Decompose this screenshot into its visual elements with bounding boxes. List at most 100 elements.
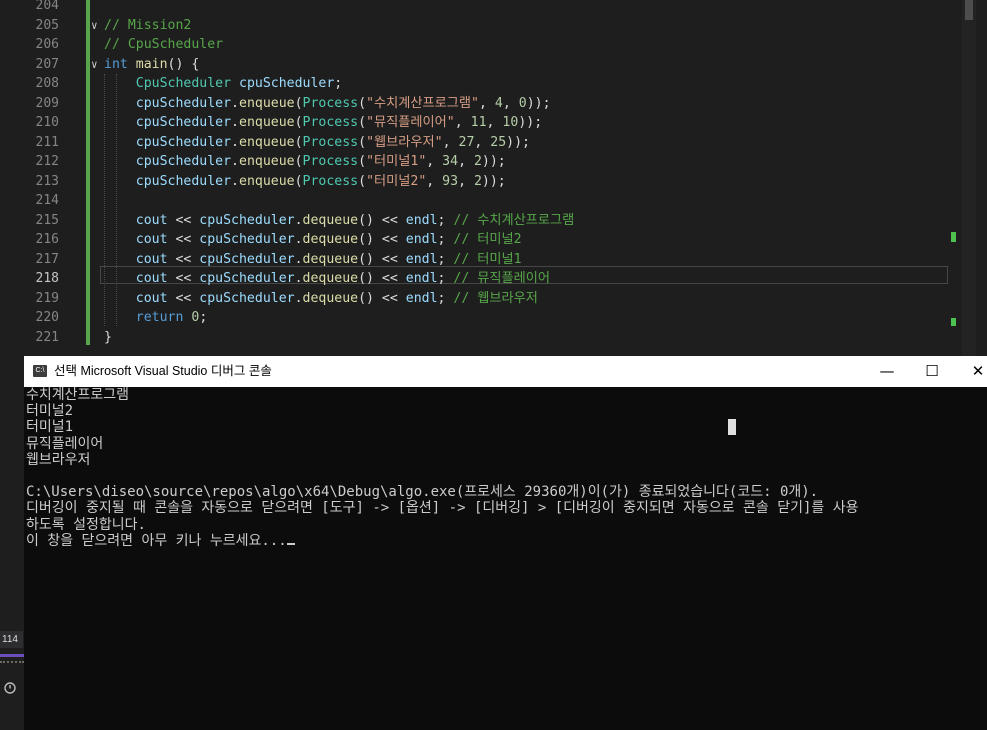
code-token: dequeue [302, 290, 359, 306]
code-token: dequeue [302, 212, 359, 228]
code-token: cpuScheduler [135, 95, 232, 111]
code-token: () << [358, 271, 406, 286]
code-line[interactable]: 219 cout << cpuScheduler.dequeue() << en… [0, 289, 960, 309]
close-button[interactable]: ✕ [955, 356, 987, 387]
code-token: // 뮤직플레이어 [453, 271, 551, 286]
text-cursor-block [728, 419, 736, 435]
code-token: Process [302, 173, 359, 189]
code-token: . [231, 173, 239, 189]
code-token: . [231, 134, 239, 150]
code-text: cout << cpuScheduler.dequeue() << endl; … [104, 230, 522, 250]
console-line-text: 터미널1 [26, 419, 74, 436]
code-line[interactable]: 212 cpuScheduler.enqueue(Process("터미널1",… [0, 152, 960, 172]
code-text: cout << cpuScheduler.dequeue() << endl; … [104, 289, 538, 309]
code-token: enqueue [239, 134, 295, 150]
line-number: 206 [35, 37, 59, 52]
code-token: cpuScheduler [199, 251, 295, 267]
code-line[interactable]: 214 [0, 191, 960, 211]
code-text: int main() { [104, 55, 199, 75]
console-line-text: 이 창을 닫으려면 아무 키나 누르세요... [26, 532, 287, 549]
code-token: cout [135, 271, 168, 286]
side-divider [0, 661, 24, 669]
line-number: 213 [35, 173, 59, 189]
code-token: )); [526, 95, 551, 111]
code-token: . [294, 290, 303, 306]
code-editor[interactable]: 204 205 ∨// Mission2 206// CpuScheduler 207 ∨… [0, 0, 987, 356]
vertical-scrollbar[interactable] [962, 0, 976, 356]
minimize-button[interactable]: — [864, 356, 910, 387]
code-token: dequeue [302, 271, 359, 286]
console-line: 하도록 설정합니다. [26, 517, 146, 533]
code-text: cpuScheduler.enqueue(Process("터미널2", 93,… [104, 172, 506, 192]
code-text: cpuScheduler.enqueue(Process("터미널1", 34,… [104, 152, 506, 172]
code-token: , [502, 95, 519, 111]
code-token: ; [437, 212, 454, 228]
code-token: cpuScheduler [199, 212, 295, 228]
code-token: , [486, 115, 503, 130]
code-token: 93 [442, 173, 459, 189]
code-line[interactable]: 220 return 0; [0, 308, 960, 328]
console-app-icon: C:\ [33, 365, 47, 377]
code-line[interactable]: 211 cpuScheduler.enqueue(Process("웹브라우저"… [0, 133, 960, 153]
debug-console-window[interactable]: C:\ 선택 Microsoft Visual Studio 디버그 콘솔 — … [24, 356, 987, 730]
code-line[interactable]: 217 cout << cpuScheduler.dequeue() << en… [0, 250, 960, 270]
code-token: cpuScheduler [199, 271, 295, 286]
code-token: dequeue [302, 251, 359, 267]
code-token: . [231, 115, 239, 130]
code-line[interactable]: 204 [0, 0, 960, 16]
code-token: dequeue [302, 232, 359, 247]
code-line[interactable]: 215 cout << cpuScheduler.dequeue() << en… [0, 211, 960, 231]
code-line[interactable]: 221} [0, 328, 960, 348]
code-token: main [135, 56, 168, 72]
line-number: 214 [35, 193, 59, 208]
history-icon[interactable] [3, 681, 19, 697]
code-token: int [104, 56, 128, 72]
code-token: ; [199, 310, 208, 325]
code-token: // 터미널2 [453, 232, 522, 247]
code-line[interactable]: 205 ∨ // Mission2 [0, 16, 960, 36]
code-text: cpuScheduler.enqueue(Process("웹브라우저", 27… [104, 133, 530, 153]
code-line[interactable]: 208 CpuScheduler cpuScheduler; [0, 74, 960, 94]
line-number: 219 [35, 290, 59, 306]
code-token: cpuScheduler [199, 290, 295, 306]
code-line[interactable]: 209 cpuScheduler.enqueue(Process("수치계산프로… [0, 94, 960, 114]
console-line-text: C:\Users\diseo\source\repos\algo\x64\Deb… [26, 484, 819, 501]
code-line[interactable]: 218 cout << cpuScheduler.dequeue() << en… [0, 269, 960, 289]
code-token: 25 [490, 134, 507, 150]
code-token: // CpuScheduler [104, 37, 224, 52]
maximize-icon: ☐ [925, 362, 939, 380]
code-token: endl [405, 271, 438, 286]
code-line[interactable]: 216 cout << cpuScheduler.dequeue() << en… [0, 230, 960, 250]
code-token: << [167, 232, 200, 247]
maximize-button[interactable]: ☐ [909, 356, 955, 387]
console-title: 선택 Microsoft Visual Studio 디버그 콘솔 [54, 364, 272, 378]
code-token: ; [437, 251, 454, 267]
code-token: cpuScheduler [239, 76, 335, 91]
code-token: endl [405, 212, 438, 228]
line-number: 205 [35, 17, 59, 33]
code-token: ; [437, 232, 454, 247]
code-token: endl [405, 290, 438, 306]
console-titlebar[interactable]: C:\ 선택 Microsoft Visual Studio 디버그 콘솔 — … [24, 356, 987, 387]
code-text: // CpuScheduler [104, 35, 223, 55]
code-token: , [474, 134, 491, 150]
code-token: ; [437, 290, 454, 306]
code-token: "뮤직플레이어" [366, 115, 455, 130]
code-line[interactable]: 207 ∨ int main() { [0, 55, 960, 75]
code-line[interactable]: 213 cpuScheduler.enqueue(Process("터미널2",… [0, 172, 960, 192]
code-line[interactable]: 210 cpuScheduler.enqueue(Process("뮤직플레이어… [0, 113, 960, 133]
console-line: 웹브라우저 [26, 452, 90, 468]
code-token: ( [294, 134, 303, 150]
scrollbar-thumb[interactable] [965, 0, 973, 20]
code-token: // 웹브라우저 [453, 290, 538, 306]
code-token: ( [358, 154, 367, 169]
fold-chevron-icon[interactable]: ∨ [91, 16, 98, 36]
fold-chevron-icon[interactable]: ∨ [91, 55, 98, 75]
line-number: 216 [35, 232, 59, 247]
code-token: , [426, 154, 443, 169]
code-token: , [454, 115, 471, 130]
code-line[interactable]: 206 // CpuScheduler [0, 35, 960, 55]
